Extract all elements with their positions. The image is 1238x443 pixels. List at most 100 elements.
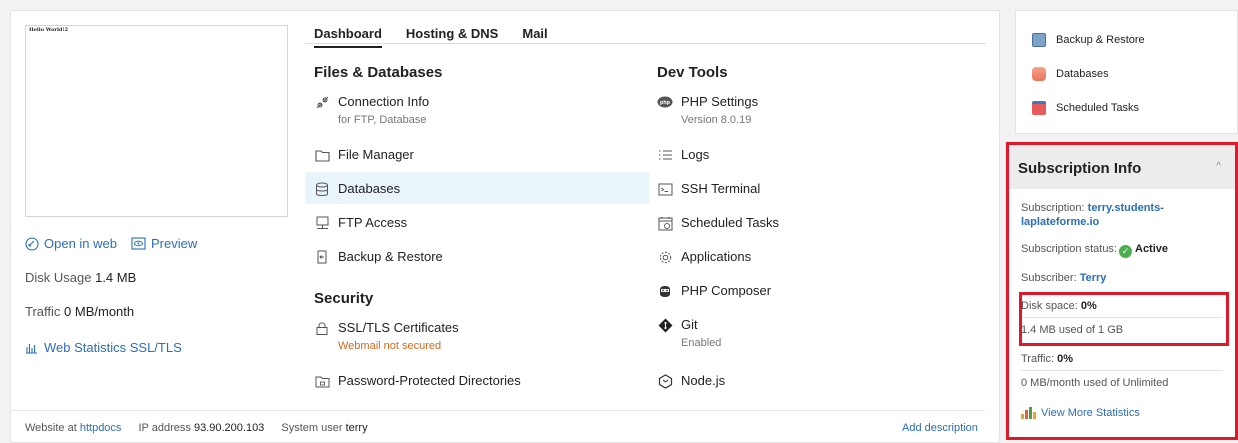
traffic-label: Traffic: [25, 304, 61, 319]
connection-info-sub: for FTP, Database: [338, 114, 427, 126]
git-item[interactable]: Git Enabled: [657, 317, 721, 349]
nodejs-item[interactable]: Node.js: [657, 373, 725, 389]
view-more-label: View More Statistics: [1041, 407, 1140, 419]
nodejs-label: Node.js: [681, 373, 726, 388]
traffic-sub-label: Traffic:: [1021, 353, 1055, 365]
subscriber-row: Subscriber: Terry: [1021, 272, 1106, 284]
website-preview[interactable]: Hello World!2: [25, 25, 288, 217]
traffic-value: 0 MB/month: [64, 304, 135, 319]
statistics-bars-icon: [1021, 407, 1036, 419]
subscription-link-2[interactable]: laplateforme.io: [1021, 216, 1099, 228]
globe-icon: [25, 236, 39, 251]
backup-icon: [314, 249, 330, 265]
list-icon: [657, 147, 673, 163]
chevron-up-icon[interactable]: ^: [1216, 161, 1221, 172]
databases-item[interactable]: Databases: [314, 181, 400, 197]
subscription-title: Subscription Info: [1018, 160, 1142, 177]
dashboard-footer: Website at httpdocs IP address 93.90.200…: [25, 422, 368, 434]
dev-tools-title: Dev Tools: [657, 64, 728, 81]
subscription-label: Subscription:: [1021, 202, 1085, 214]
add-description-link[interactable]: Add description: [902, 422, 978, 434]
open-in-web-link[interactable]: Open in web: [25, 236, 117, 251]
php-settings-item[interactable]: php PHP Settings Version 8.0.19: [657, 94, 758, 126]
page: Hello World!2 Open in web Preview Disk U…: [0, 0, 1238, 443]
footer-divider: [10, 410, 985, 411]
file-manager-item[interactable]: File Manager: [314, 147, 414, 163]
quick-databases-label: Databases: [1056, 68, 1109, 80]
php-version: Version 8.0.19: [681, 114, 752, 126]
php-composer-label: PHP Composer: [681, 283, 772, 298]
git-icon: [657, 317, 673, 333]
subscriber-link[interactable]: Terry: [1080, 272, 1107, 284]
tabs-divider: [305, 43, 986, 44]
subscription-header[interactable]: Subscription Info ^: [1009, 145, 1235, 189]
disk-usage-label: Disk Usage: [25, 270, 92, 285]
preview-text: Hello World!2: [29, 27, 69, 33]
database-icon: [314, 181, 330, 197]
website-at-label: Website at: [25, 422, 77, 434]
status-label: Subscription status:: [1021, 243, 1117, 255]
quick-backup-label: Backup & Restore: [1056, 34, 1145, 46]
ftp-icon: [314, 215, 330, 231]
tab-hosting-dns[interactable]: Hosting & DNS: [406, 26, 498, 48]
preview-label: Preview: [151, 236, 198, 251]
php-composer-item[interactable]: PHP Composer: [657, 283, 771, 299]
quick-links-card: Backup & Restore Databases Scheduled Tas…: [1015, 10, 1238, 134]
applications-item[interactable]: Applications: [657, 249, 751, 265]
calendar-color-icon: [1032, 101, 1046, 115]
password-directories-item[interactable]: Password-Protected Directories: [314, 373, 521, 389]
view-more-statistics-link[interactable]: View More Statistics: [1021, 407, 1140, 419]
database-color-icon: [1032, 67, 1046, 81]
subscription-name-row: Subscription: terry.students- laplatefor…: [1021, 201, 1164, 229]
backup-restore-label: Backup & Restore: [338, 249, 443, 264]
nodejs-icon: [657, 373, 673, 389]
check-icon: ✓: [1119, 245, 1132, 258]
backup-restore-icon: [1032, 33, 1046, 47]
svg-text:php: php: [660, 100, 671, 106]
ssl-certificates-item[interactable]: SSL/TLS Certificates Webmail not secured: [314, 320, 459, 352]
quick-backup-restore[interactable]: Backup & Restore: [1032, 33, 1145, 47]
disk-usage-stat: Disk Usage 1.4 MB: [25, 270, 136, 285]
logs-item[interactable]: Logs: [657, 147, 709, 163]
web-statistics-label: Web Statistics SSL/TLS: [44, 340, 182, 355]
ssl-warning: Webmail not secured: [338, 340, 442, 352]
disk-usage-value: 1.4 MB: [95, 270, 137, 285]
quick-databases[interactable]: Databases: [1032, 67, 1109, 81]
bar-chart-icon: [26, 343, 37, 354]
quick-scheduled-tasks[interactable]: Scheduled Tasks: [1032, 101, 1139, 115]
tab-dashboard[interactable]: Dashboard: [314, 26, 382, 48]
scheduled-tasks-label: Scheduled Tasks: [681, 215, 780, 230]
disk-space-highlight: [1019, 292, 1229, 346]
files-databases-title: Files & Databases: [314, 64, 443, 81]
scheduled-tasks-item[interactable]: Scheduled Tasks: [657, 215, 779, 231]
ssl-label: SSL/TLS Certificates: [338, 320, 459, 335]
subscription-status-row: Subscription status: ✓ Active: [1021, 243, 1168, 258]
subscriber-label: Subscriber:: [1021, 272, 1077, 284]
ssh-terminal-item[interactable]: SSH Terminal: [657, 181, 760, 197]
system-user-value: terry: [345, 422, 368, 434]
site-links: Open in web Preview: [25, 236, 197, 251]
ip-label: IP address: [138, 422, 191, 434]
backup-restore-item[interactable]: Backup & Restore: [314, 249, 443, 265]
dashboard-tabs: Dashboard Hosting & DNS Mail: [314, 26, 548, 48]
ftp-access-label: FTP Access: [338, 215, 408, 230]
lock-icon: [314, 320, 330, 336]
ftp-access-item[interactable]: FTP Access: [314, 215, 407, 231]
logs-label: Logs: [681, 147, 710, 162]
web-statistics-link[interactable]: Web Statistics SSL/TLS: [25, 340, 182, 355]
traffic-used-row: 0 MB/month used of Unlimited: [1021, 377, 1169, 389]
traffic-separator: [1021, 370, 1223, 371]
preview-eye-icon: [131, 237, 146, 250]
tab-mail[interactable]: Mail: [522, 26, 547, 48]
file-manager-label: File Manager: [338, 147, 414, 162]
connection-info-item[interactable]: Connection Info for FTP, Database: [314, 94, 429, 126]
protected-folder-icon: [314, 373, 330, 389]
preview-link[interactable]: Preview: [131, 236, 197, 251]
connection-icon: [314, 94, 330, 110]
httpdocs-link[interactable]: httpdocs: [80, 422, 122, 434]
folder-icon: [314, 147, 330, 163]
php-settings-label: PHP Settings: [681, 94, 759, 109]
open-in-web-label: Open in web: [44, 236, 117, 251]
traffic-sub-value: 0%: [1057, 353, 1073, 365]
subscription-link-1[interactable]: terry.students-: [1088, 202, 1164, 214]
